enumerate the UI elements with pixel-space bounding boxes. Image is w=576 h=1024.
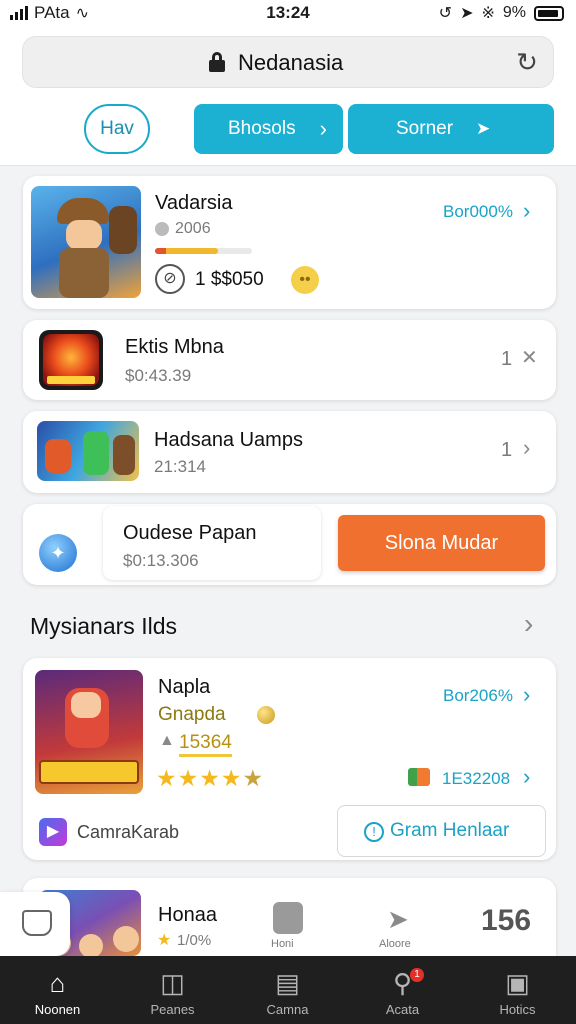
featured-price: 1 $$050 xyxy=(195,269,264,290)
peek-title: Honaa xyxy=(158,904,217,926)
promo-info-panel: Oudese Papan $0:13.306 xyxy=(103,506,321,580)
status-right: ↺ ➤ ※ 9% xyxy=(439,3,564,23)
list-item-count: 1 xyxy=(501,439,513,461)
chevron-right-icon: › xyxy=(523,682,531,707)
game-score: 15364 xyxy=(179,732,232,757)
arrow-up-icon: ▲ xyxy=(159,732,175,749)
info-icon: ! xyxy=(364,822,384,842)
notification-badge: 1 xyxy=(410,968,424,982)
close-icon[interactable]: ✕ xyxy=(521,345,538,370)
featured-link[interactable]: Bor000% xyxy=(443,202,513,222)
list-item[interactable]: Hadsana Uamps 21:314 1 › xyxy=(23,411,556,493)
browse-button[interactable]: Bhosols › xyxy=(194,104,343,154)
lock-rotation-icon: ↺ xyxy=(438,5,453,22)
peek-icon1-label: Honi xyxy=(271,938,294,950)
featured-progress-bar xyxy=(155,248,252,254)
nav-camna-label: Camna xyxy=(266,1002,309,1017)
tag-arrow-icon: ➤ xyxy=(387,904,409,934)
sorner-button[interactable]: Sorner ➤ xyxy=(348,104,554,154)
game-thumbnail xyxy=(39,330,103,390)
nav-hotics-label: Hotics xyxy=(499,1002,536,1017)
chevron-right-icon: › xyxy=(523,764,531,789)
brand-icon: ▶ xyxy=(39,818,67,846)
battery-icon xyxy=(534,5,564,21)
list-item-count: 1 xyxy=(501,348,513,370)
game-detail-card[interactable]: Napla Gnapda ▲ 15364 ★★★★★ Bor206% › 1E3… xyxy=(23,658,556,860)
lock-icon xyxy=(209,52,225,72)
clipboard-icon: ▤ xyxy=(275,968,300,998)
star-icon: ★ xyxy=(157,932,172,949)
game-stat: 1E32208 xyxy=(442,769,511,788)
game-thumbnail xyxy=(35,670,143,794)
sword-icon: ⊘ xyxy=(155,264,185,294)
list-item-subtitle: $0:43.39 xyxy=(125,366,192,385)
promo-subtitle: $0:13.306 xyxy=(123,551,199,570)
nav-search[interactable]: ⚲ 1 Acata xyxy=(345,956,460,1024)
pages-icon: ◫ xyxy=(160,968,185,998)
featured-game-card[interactable]: Vadarsia 2006 ⊘ 1 $$050 •• Bor000% › xyxy=(23,176,556,309)
bottom-nav: ⌂ Noonen ◫ Peanes ▤ Camna ⚲ 1 Acata ▣ Ho… xyxy=(0,956,576,1024)
promo-button[interactable]: Slona Mudar xyxy=(338,515,545,571)
list-item-subtitle: 21:314 xyxy=(154,457,206,476)
nav-hotics[interactable]: ▣ Hotics xyxy=(460,956,575,1024)
filter-pill[interactable]: Hav xyxy=(84,104,150,154)
featured-title: Vadarsia xyxy=(155,192,233,214)
potion-icon: ✦ xyxy=(39,534,77,572)
peek-rating: 1/0% xyxy=(177,932,212,949)
profile-card-icon: ▣ xyxy=(505,968,530,998)
nav-home[interactable]: ⌂ Noonen xyxy=(0,956,115,1024)
brand-name: CamraKarab xyxy=(77,822,180,842)
reload-icon[interactable]: ↻ xyxy=(513,48,541,76)
list-item[interactable]: Ektis Mbna $0:43.39 1 ✕ xyxy=(23,320,556,400)
chevron-right-icon: › xyxy=(523,198,531,223)
game-thumbnail xyxy=(31,186,141,298)
badge-icon xyxy=(155,222,169,236)
featured-meta: 2006 xyxy=(175,220,211,237)
list-item-title: Hadsana Uamps xyxy=(154,429,303,451)
nav-pages-label: Peanes xyxy=(150,1002,195,1017)
browser-header: Nedanasia ↻ Hav Bhosols › Sorner ➤ xyxy=(0,26,576,166)
profile-icon xyxy=(273,902,303,934)
game-subtitle: Gnapda xyxy=(158,704,226,725)
browse-button-label: Bhosols xyxy=(228,118,296,139)
nav-pages[interactable]: ◫ Peanes xyxy=(115,956,230,1024)
coin-icon xyxy=(257,706,275,724)
game-thumbnail xyxy=(37,421,139,481)
game-action-button[interactable]: ! Gram Henlaar xyxy=(337,805,546,857)
chevron-right-icon: › xyxy=(523,435,531,460)
section-title: Mysianars Ilds xyxy=(30,613,177,639)
bag-icon xyxy=(22,910,52,936)
tag-icon xyxy=(408,768,430,786)
peek-number: 156 xyxy=(481,904,532,937)
nav-home-label: Noonen xyxy=(34,1002,81,1017)
game-link[interactable]: Bor206% xyxy=(443,686,513,706)
promo-title: Oudese Papan xyxy=(123,522,257,544)
list-item-title: Ektis Mbna xyxy=(125,336,224,358)
section-chevron-icon[interactable]: › xyxy=(524,608,533,640)
arrow-right-icon: ➤ xyxy=(476,119,491,138)
emoji-icon: •• xyxy=(291,266,319,294)
game-action-label: Gram Henlaar xyxy=(390,820,510,841)
home-icon: ⌂ xyxy=(49,968,66,998)
cart-button[interactable] xyxy=(0,892,70,956)
peek-icon2-label: Aloore xyxy=(379,938,411,950)
status-bar: PAta ∿ 13:24 ↺ ➤ ※ 9% xyxy=(0,0,576,26)
rating-stars: ★★★★★ xyxy=(156,765,265,791)
nav-camna[interactable]: ▤ Camna xyxy=(230,956,345,1024)
peek-card[interactable]: Honaa ★ 1/0% Honi ➤ Aloore 156 xyxy=(23,878,556,956)
chevron-right-icon: › xyxy=(319,116,327,141)
location-icon: ➤ xyxy=(460,5,474,22)
game-title: Napla xyxy=(158,676,211,698)
url-text: Nedanasia xyxy=(238,50,344,75)
battery-percent: 9% xyxy=(502,4,526,21)
address-bar[interactable]: Nedanasia ↻ xyxy=(22,36,554,88)
nav-search-label: Acata xyxy=(385,1002,420,1017)
bluetooth-icon: ※ xyxy=(481,5,495,22)
sorner-button-label: Sorner xyxy=(396,118,454,139)
